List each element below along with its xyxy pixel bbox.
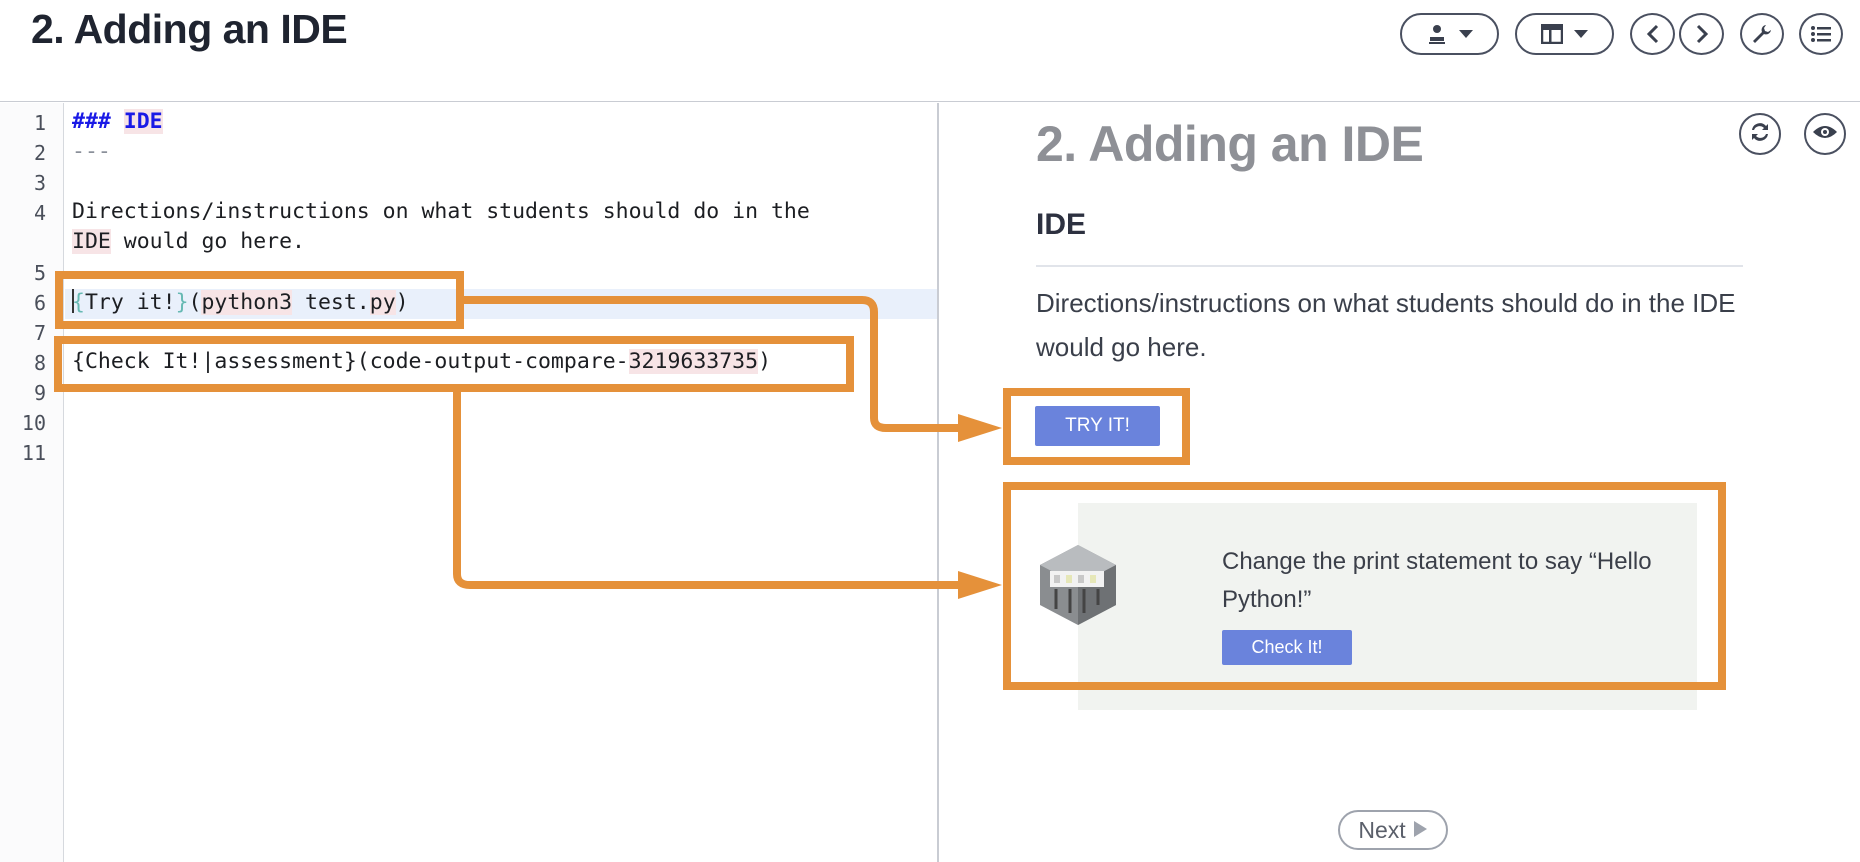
- code-line-4-wrap[interactable]: IDE would go here.: [72, 229, 305, 254]
- student-view-button[interactable]: [1400, 13, 1499, 55]
- user-icon: [1426, 23, 1448, 45]
- chevron-right-icon: [1695, 24, 1709, 44]
- wrench-icon: [1751, 23, 1773, 45]
- line-number: 6: [33, 291, 46, 315]
- next-page-button[interactable]: [1679, 13, 1724, 55]
- page-title: 2. Adding an IDE: [31, 6, 348, 52]
- play-icon: [1412, 817, 1428, 844]
- line-number: 7: [33, 321, 46, 345]
- prev-button[interactable]: [1630, 13, 1675, 55]
- header-bar: 2. Adding an IDE: [0, 0, 1860, 102]
- next-label: Next: [1358, 816, 1406, 843]
- list-icon: [1810, 24, 1832, 44]
- preview-title: 2. Adding an IDE: [1036, 116, 1424, 172]
- highlighted-word: IDE: [72, 229, 111, 254]
- caret-down-icon: [1458, 29, 1474, 39]
- button-label-text: Try it!: [84, 290, 176, 315]
- brace-open: {: [72, 290, 85, 315]
- line-number: 1: [33, 111, 46, 135]
- line-number: 10: [21, 411, 46, 435]
- preview-paragraph: Directions/instructions on what students…: [1036, 288, 1736, 362]
- check-it-button[interactable]: Check It!: [1222, 630, 1352, 665]
- code-text: would go here.: [110, 229, 306, 254]
- filename-text: test.: [292, 290, 370, 315]
- refresh-icon: [1748, 120, 1772, 149]
- line-number-gutter: 1 2 3 4 5 6 7 8 9 10 11: [0, 103, 64, 862]
- try-it-button[interactable]: TRY IT!: [1035, 406, 1160, 446]
- code-line-2[interactable]: ---: [72, 139, 111, 164]
- line-number: 4: [33, 201, 46, 225]
- brace-close: }: [175, 290, 189, 315]
- preview-heading: IDE: [1036, 208, 1087, 241]
- assessment-id: 3219633735: [628, 349, 759, 374]
- heading-divider: [1036, 265, 1743, 267]
- assessment-card: Change the print statement to say “Hello…: [1008, 503, 1697, 710]
- outline-button[interactable]: [1799, 13, 1843, 55]
- layout-icon: [1540, 24, 1563, 44]
- command-text: python3: [201, 290, 293, 315]
- line-number: 9: [33, 381, 46, 405]
- line-number: 11: [21, 441, 46, 465]
- chevron-left-icon: [1646, 24, 1660, 44]
- paren-open: (: [188, 290, 202, 315]
- layout-button[interactable]: [1515, 13, 1614, 55]
- settings-button[interactable]: [1740, 13, 1784, 55]
- preview-pane: 2. Adding an IDE IDE Directions/instruct…: [941, 103, 1860, 862]
- heading-marker: ###: [72, 109, 111, 134]
- preview-toggle-button[interactable]: [1804, 113, 1846, 155]
- file-extension: py: [369, 290, 396, 315]
- heading-word: IDE: [123, 109, 163, 134]
- paren-close: ): [758, 349, 772, 374]
- code-line-8[interactable]: {Check It!|assessment}(code-output-compa…: [72, 349, 771, 374]
- line-number: 2: [33, 141, 46, 165]
- line-number: 5: [33, 261, 46, 285]
- line-number: 3: [33, 171, 46, 195]
- paren-close: ): [395, 290, 409, 315]
- code-line-6[interactable]: {Try it!}(python3 test.py): [72, 289, 409, 315]
- next-button[interactable]: Next: [1338, 810, 1448, 850]
- line-number: 8: [33, 351, 46, 375]
- assessment-code: {Check It!|assessment}(code-output-compa…: [72, 349, 629, 374]
- markdown-editor[interactable]: 1 2 3 4 5 6 7 8 9 10 11 ### IDE --- Dire…: [0, 103, 939, 862]
- assessment-icon: [1036, 543, 1120, 632]
- refresh-button[interactable]: [1739, 113, 1781, 155]
- code-line-4[interactable]: Directions/instructions on what students…: [72, 199, 810, 224]
- code-line-1[interactable]: ### IDE: [72, 109, 163, 134]
- eye-icon: [1812, 123, 1838, 146]
- caret-down-icon: [1573, 29, 1589, 39]
- assessment-text: Change the print statement to say “Hello…: [1222, 548, 1652, 613]
